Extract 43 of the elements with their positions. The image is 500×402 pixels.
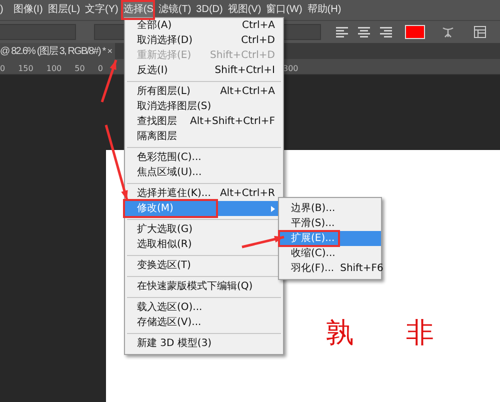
ruler-label: 300 xyxy=(283,63,298,74)
ruler-label: 0 xyxy=(0,63,6,74)
panel-icon[interactable] xyxy=(473,25,487,39)
warp-text-icon[interactable] xyxy=(441,25,455,39)
menu-item[interactable]: 隔离图层 xyxy=(125,129,283,144)
close-button[interactable]: × xyxy=(107,46,113,56)
canvas-character: 非 xyxy=(406,315,434,351)
menu-item[interactable]: 新建 3D 模型(3) xyxy=(125,336,283,351)
align-center-icon[interactable] xyxy=(357,25,371,39)
align-left-icon[interactable] xyxy=(335,25,349,39)
menu-item[interactable]: 滤镜(T) xyxy=(156,0,194,20)
menu-item[interactable]: 取消选择(D) Ctrl+D xyxy=(125,33,283,48)
menu-item[interactable]: 载入选区(O)... xyxy=(125,300,283,315)
highlight-frame xyxy=(121,0,156,20)
menu-item[interactable]: 取消选择图层(S) xyxy=(125,99,283,114)
menu-item[interactable]: 平滑(S)... xyxy=(279,216,381,231)
ruler-label: 150 xyxy=(18,63,34,74)
menu-item[interactable]: 图层(L) xyxy=(46,0,82,20)
menu-item[interactable]: 文字(Y) xyxy=(83,0,120,20)
menu-item[interactable]: 在快速蒙版模式下编辑(Q) xyxy=(125,279,283,294)
menu-item[interactable]: 窗口(W) xyxy=(264,0,304,20)
menu-item[interactable]: 收缩(C)... xyxy=(279,246,381,261)
menu-item[interactable]: 视图(V) xyxy=(226,0,264,20)
ruler-label: 50 xyxy=(74,63,85,74)
document-tab[interactable]: @ 82.6% (图层 3, RGB/8#) * × xyxy=(0,43,115,59)
menu-item[interactable]: ) xyxy=(0,0,6,20)
menu-item[interactable]: 3D(D) xyxy=(194,0,225,20)
ruler-label: 0 xyxy=(98,63,103,74)
align-right-icon[interactable] xyxy=(379,25,393,39)
menu-item[interactable]: 查找图层 Alt+Shift+Ctrl+F xyxy=(125,114,283,129)
menu-item[interactable]: 存储选区(V)... xyxy=(125,315,283,330)
color-swatch[interactable] xyxy=(405,25,425,39)
menu-item[interactable]: 色彩范围(C)... xyxy=(125,150,283,165)
menu-item[interactable]: 帮助(H) xyxy=(305,0,344,20)
menu-item[interactable]: 所有图层(L) Alt+Ctrl+A xyxy=(125,84,283,99)
highlight-frame xyxy=(278,230,340,247)
menu-item[interactable]: 图像(I) xyxy=(11,0,45,20)
ruler-label: 100 xyxy=(46,63,62,74)
menu-item[interactable]: 羽化(F)... Shift+F6 xyxy=(279,261,381,276)
menu-item[interactable]: 焦点区域(U)... xyxy=(125,165,283,180)
menu-item[interactable]: 反选(I) Shift+Ctrl+I xyxy=(125,63,283,78)
canvas-character: 孰 xyxy=(326,315,354,351)
tab-title: @ 82.6% (图层 3, RGB/8#) * xyxy=(0,45,106,58)
